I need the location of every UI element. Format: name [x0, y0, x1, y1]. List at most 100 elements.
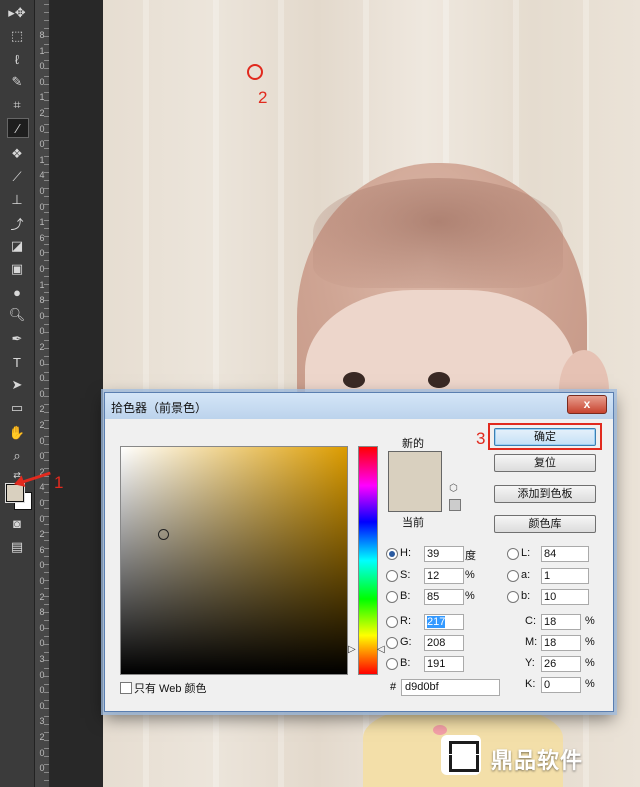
marquee-icon[interactable]: ⬚	[7, 27, 27, 45]
g-field[interactable]: 208	[424, 635, 464, 651]
eraser-icon[interactable]: ◪	[7, 237, 27, 255]
r-radio[interactable]	[386, 616, 398, 628]
c-field[interactable]: 18	[541, 614, 581, 630]
ruler-tick	[44, 92, 49, 93]
spot-heal-icon[interactable]: ❖	[7, 145, 27, 163]
y-field[interactable]: 26	[541, 656, 581, 672]
hue-slider-right-handle[interactable]: ◁	[377, 644, 385, 655]
ruler-tick	[44, 452, 49, 453]
crop-icon[interactable]: ⌗	[7, 96, 27, 114]
add-to-swatches-button[interactable]: 添加到色板	[494, 485, 596, 503]
color-picker-dialog: 拾色器（前景色） x ▷ ◁ 新的 当前 ⬡ 3 确定 复位 添加到色板 颜色库…	[104, 392, 614, 712]
new-color-swatch	[388, 451, 442, 482]
s-field[interactable]: 12	[424, 568, 464, 584]
path-select-icon[interactable]: ➤	[7, 376, 27, 394]
ruler-tick	[44, 124, 49, 125]
web-colors-only-checkbox[interactable]	[120, 682, 132, 694]
lasso-icon[interactable]: ℓ	[7, 50, 27, 68]
quick-mask-icon[interactable]: ◙	[7, 514, 27, 532]
ruler-number: 0	[39, 700, 45, 711]
ok-button[interactable]: 确定	[494, 428, 596, 446]
h-field[interactable]: 39	[424, 546, 464, 562]
ruler-number: 0	[39, 576, 45, 586]
ruler-tick	[44, 188, 49, 189]
picker-cursor[interactable]	[158, 529, 169, 540]
color-libraries-button[interactable]: 颜色库	[494, 515, 596, 533]
ruler-tick	[44, 132, 49, 133]
ruler-number: 0	[39, 264, 45, 274]
eyedropper-icon[interactable]: ⁄	[7, 118, 29, 138]
pen-icon[interactable]: ✒	[7, 330, 27, 348]
ruler-number: 6	[39, 232, 45, 243]
pasteboard	[50, 0, 103, 787]
a-field[interactable]: 1	[541, 568, 589, 584]
h-radio[interactable]	[386, 548, 398, 560]
ruler-tick	[44, 76, 49, 77]
b-radio[interactable]	[386, 591, 398, 603]
ruler-tick	[44, 156, 49, 157]
ruler-number: 0	[39, 669, 45, 680]
r-value: 217	[427, 616, 446, 628]
hue-slider-left-handle[interactable]: ▷	[348, 644, 356, 655]
r-label: R:	[400, 615, 411, 627]
history-brush-icon[interactable]: ⤴	[7, 214, 27, 232]
lab-b-label: b:	[521, 590, 531, 602]
stamp-icon[interactable]: ⊥	[7, 191, 27, 209]
ruler-tick	[44, 404, 49, 405]
ruler-tick	[44, 4, 49, 5]
ruler-number: 0	[39, 685, 45, 696]
k-label: K:	[525, 678, 536, 690]
ruler-tick	[44, 468, 49, 469]
quick-select-icon[interactable]: ✎	[7, 73, 27, 91]
brush-icon[interactable]: ⟋	[7, 168, 27, 186]
ruler-number: 3	[39, 654, 45, 664]
dialog-titlebar[interactable]: 拾色器（前景色） x	[105, 393, 613, 419]
screen-mode-icon[interactable]: ▤	[7, 538, 27, 556]
a-radio[interactable]	[507, 570, 519, 582]
l-field[interactable]: 84	[541, 546, 589, 562]
move-icon[interactable]: ▸✥	[7, 4, 27, 22]
ruler-tick	[44, 572, 49, 573]
gradient-icon[interactable]: ▣	[7, 260, 27, 278]
ruler-tick	[44, 444, 49, 445]
m-field[interactable]: 18	[541, 635, 581, 651]
s-radio[interactable]	[386, 570, 398, 582]
ruler-tick	[44, 748, 49, 749]
zoom-icon[interactable]: ⌕	[7, 447, 27, 465]
saturation-brightness-field[interactable]	[120, 446, 348, 675]
blur-icon[interactable]: ●	[7, 283, 27, 301]
ruler-tick	[44, 420, 49, 421]
ruler-tick	[44, 684, 49, 685]
hue-slider[interactable]	[358, 446, 378, 675]
lab-b-field[interactable]: 10	[541, 589, 589, 605]
ruler-tick	[44, 540, 49, 541]
close-button[interactable]: x	[567, 395, 607, 414]
type-icon[interactable]: T	[7, 353, 27, 371]
rectangle-icon[interactable]: ▭	[7, 399, 27, 417]
b-field[interactable]: 85	[424, 589, 464, 605]
g-radio[interactable]	[386, 637, 398, 649]
ruler-tick	[44, 228, 49, 229]
a-label: a:	[521, 569, 531, 581]
dodge-icon[interactable]: 🔍︎	[7, 306, 27, 324]
ruler-tick	[44, 180, 49, 181]
rgb-b-radio[interactable]	[386, 658, 398, 670]
lab-b-radio[interactable]	[507, 591, 519, 603]
ruler-tick	[44, 116, 49, 117]
hex-input[interactable]: d9d0bf	[401, 679, 500, 696]
r-field[interactable]: 217	[424, 614, 464, 630]
k-field[interactable]: 0	[541, 677, 581, 693]
out-of-gamut-icon[interactable]: ⬡	[449, 483, 459, 494]
reset-button[interactable]: 复位	[494, 454, 596, 472]
ruler-tick	[44, 332, 49, 333]
ruler-tick	[44, 436, 49, 437]
web-safe-swatch[interactable]	[449, 499, 461, 511]
ruler-number: 6	[39, 544, 45, 555]
h-unit: 度	[465, 550, 476, 562]
ruler-tick	[44, 492, 49, 493]
ruler-tick	[44, 292, 49, 293]
current-color-swatch[interactable]	[388, 481, 442, 512]
hand-icon[interactable]: ✋	[7, 424, 27, 442]
l-radio[interactable]	[507, 548, 519, 560]
rgb-b-field[interactable]: 191	[424, 656, 464, 672]
